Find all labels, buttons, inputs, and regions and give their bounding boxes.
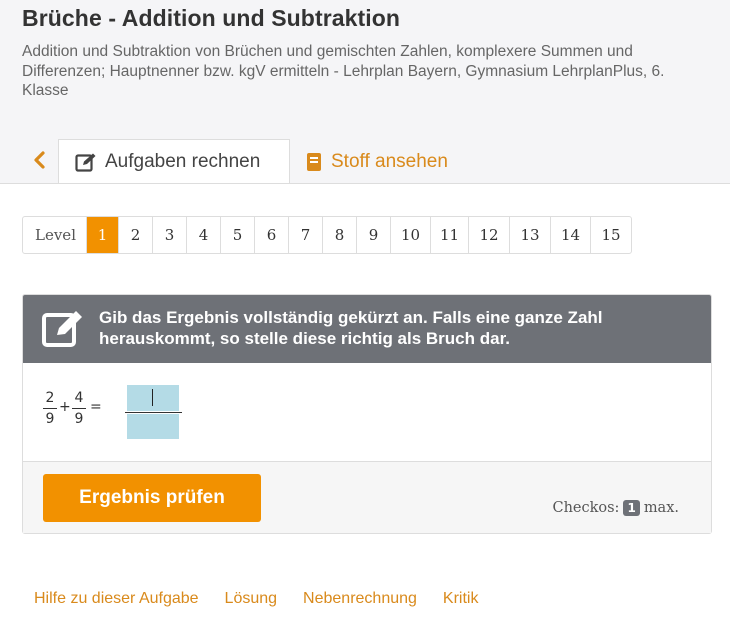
tab-label: Aufgaben rechnen: [105, 150, 261, 172]
task-instruction-header: Gib das Ergebnis vollständig gekürzt an.…: [23, 295, 711, 363]
level-4[interactable]: 4: [187, 217, 221, 253]
tab-divider: [0, 183, 730, 184]
level-14[interactable]: 14: [551, 217, 591, 253]
checkos-count-badge: 1: [623, 500, 640, 516]
edit-icon: [42, 311, 82, 347]
page-title: Brüche - Addition und Subtraktion: [22, 5, 401, 31]
level-10[interactable]: 10: [391, 217, 431, 253]
page-subtitle: Addition und Subtraktion von Brüchen und…: [22, 43, 665, 99]
checkos-suffix: max.: [643, 500, 679, 516]
help-links: Hilfe zu dieser Aufgabe Lösung Nebenrech…: [34, 590, 504, 608]
level-7[interactable]: 7: [289, 217, 323, 253]
tab-stoff-ansehen[interactable]: Stoff ansehen: [305, 139, 448, 184]
task-card: Gib das Ergebnis vollständig gekürzt an.…: [22, 294, 712, 534]
level-pager: Level 1 2 3 4 5 6 7 8 9 10 11 12 13 14 1…: [22, 216, 632, 254]
level-label: Level: [23, 217, 87, 253]
fraction-1: 2 9: [43, 389, 57, 428]
checkos-label: Checkos:: [552, 500, 620, 516]
task-instruction: Gib das Ergebnis vollständig gekürzt an.…: [99, 308, 603, 348]
level-6[interactable]: 6: [255, 217, 289, 253]
level-5[interactable]: 5: [221, 217, 255, 253]
back-button[interactable]: [26, 146, 52, 174]
level-2[interactable]: 2: [119, 217, 153, 253]
link-help[interactable]: Hilfe zu dieser Aufgabe: [34, 590, 199, 608]
denominator: 9: [45, 411, 55, 427]
tab-label: Stoff ansehen: [331, 150, 448, 172]
check-result-button[interactable]: Ergebnis prüfen: [43, 474, 261, 522]
answer-fraction-bar: [125, 412, 182, 413]
level-11[interactable]: 11: [431, 217, 469, 253]
book-icon: [307, 152, 321, 171]
level-8[interactable]: 8: [323, 217, 357, 253]
level-1[interactable]: 1: [87, 217, 119, 253]
numerator: 2: [45, 390, 55, 406]
plus-operator: +: [59, 399, 71, 415]
chevron-left-icon: [34, 151, 45, 169]
checkos-info: Checkos: 1 max.: [552, 500, 679, 516]
link-feedback[interactable]: Kritik: [443, 590, 479, 608]
level-15[interactable]: 15: [591, 217, 631, 253]
level-12[interactable]: 12: [469, 217, 510, 253]
answer-denominator-input[interactable]: [127, 414, 179, 439]
level-3[interactable]: 3: [153, 217, 187, 253]
link-solution[interactable]: Lösung: [225, 590, 278, 608]
text-cursor: [152, 389, 153, 406]
equals-sign: =: [90, 399, 102, 415]
link-side-calculation[interactable]: Nebenrechnung: [303, 590, 417, 608]
tab-aufgaben-rechnen[interactable]: Aufgaben rechnen: [58, 139, 290, 184]
denominator: 9: [74, 411, 84, 427]
task-footer: Ergebnis prüfen Checkos: 1 max.: [23, 461, 711, 533]
page-header: Brüche - Addition und Subtraktion Additi…: [0, 0, 730, 184]
level-9[interactable]: 9: [357, 217, 391, 253]
edit-icon: [75, 153, 96, 172]
answer-numerator-input[interactable]: [127, 385, 179, 411]
level-13[interactable]: 13: [510, 217, 551, 253]
numerator: 4: [74, 390, 84, 406]
fraction-2: 4 9: [72, 389, 86, 428]
